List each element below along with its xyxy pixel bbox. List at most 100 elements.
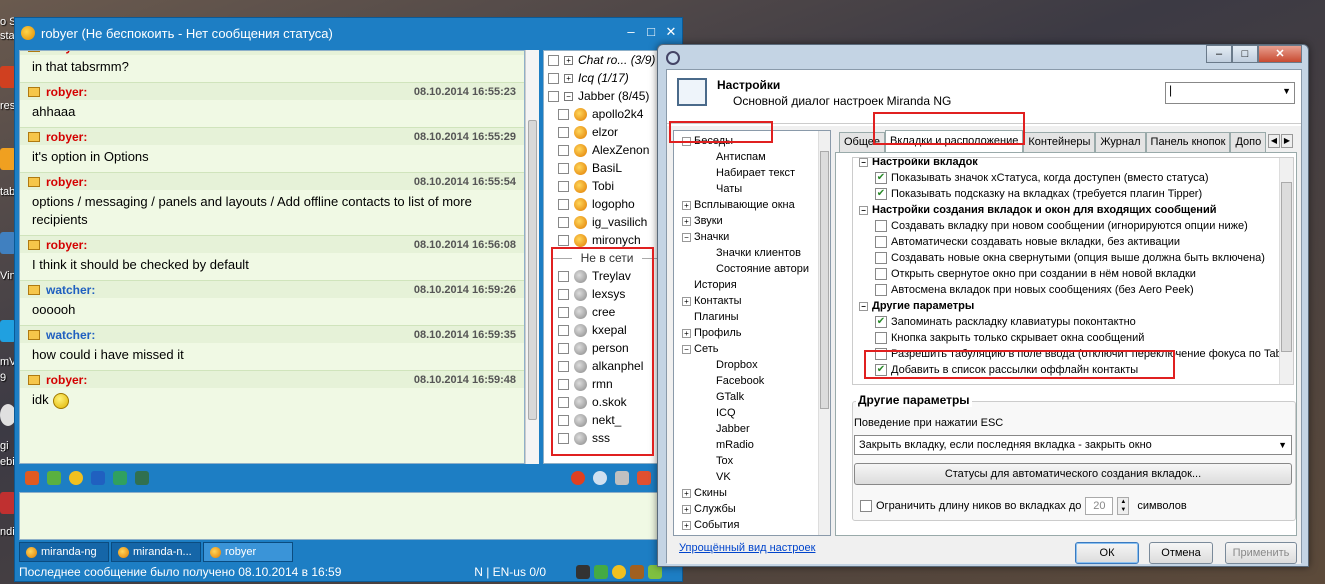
tab-button-bar[interactable]: Панель кнопок <box>1145 132 1231 152</box>
option-item[interactable]: Создавать вкладку при новом сообщении (и… <box>853 218 1293 234</box>
tree-item[interactable]: Состояние автори <box>674 261 830 277</box>
message-nick[interactable]: robyer: <box>28 238 87 252</box>
contact-checkbox[interactable] <box>558 180 569 192</box>
expand-icon[interactable]: + <box>682 296 691 306</box>
auto-tab-statuses-button[interactable]: Статусы для автоматического создания вкл… <box>854 463 1292 485</box>
option-checkbox[interactable] <box>875 284 887 296</box>
gear-icon[interactable] <box>593 471 607 485</box>
quote-icon[interactable] <box>637 471 651 485</box>
scroll-thumb[interactable] <box>1281 182 1292 352</box>
contact-checkbox[interactable] <box>558 306 569 318</box>
collapse-icon[interactable]: − <box>682 344 691 354</box>
chat-tab-active[interactable]: robyer <box>203 542 293 562</box>
ok-button[interactable]: ОК <box>1075 542 1139 564</box>
contact-checkbox[interactable] <box>558 144 569 156</box>
simple-view-link[interactable]: Упрощённый вид настроек <box>679 542 815 554</box>
option-item[interactable]: ✔ Добавить в список рассылки оффлайн конт… <box>853 362 1293 378</box>
contact-checkbox[interactable] <box>558 414 569 426</box>
option-checkbox[interactable]: ✔ <box>875 172 887 184</box>
contact-checkbox[interactable] <box>558 342 569 354</box>
expand-icon[interactable]: + <box>682 216 691 226</box>
tree-item[interactable]: Dropbox <box>674 357 830 373</box>
tree-item[interactable]: Чаты <box>674 181 830 197</box>
tree-item[interactable]: VK <box>674 469 830 485</box>
collapse-icon[interactable]: − <box>859 301 868 311</box>
tree-item[interactable]: GTalk <box>674 389 830 405</box>
tree-item[interactable]: − Сеть <box>674 341 830 357</box>
history-icon[interactable] <box>113 471 127 485</box>
contact-checkbox[interactable] <box>558 270 569 282</box>
tab-containers[interactable]: Контейнеры <box>1023 132 1096 152</box>
settings-tree-scrollbar[interactable] <box>818 131 830 535</box>
esc-behavior-select[interactable]: Закрыть вкладку, если последняя вкладка … <box>854 435 1292 455</box>
tree-item[interactable]: История <box>674 277 830 293</box>
tree-item[interactable]: Набирает текст <box>674 165 830 181</box>
options-scrollbar[interactable] <box>1279 158 1293 384</box>
tree-item[interactable]: + Звуки <box>674 213 830 229</box>
expand-icon[interactable]: + <box>682 488 691 498</box>
keyboard-layout-indicator[interactable]: N | EN-us 0/0 <box>474 565 546 579</box>
tree-item[interactable]: + События <box>674 517 830 533</box>
option-item[interactable]: Автосмена вкладок при новых сообщениях (… <box>853 282 1293 298</box>
tree-item[interactable]: Tox <box>674 453 830 469</box>
clock-icon[interactable] <box>571 471 585 485</box>
format-icon[interactable] <box>91 471 105 485</box>
option-checkbox[interactable]: ✔ <box>875 364 887 376</box>
contact-checkbox[interactable] <box>558 162 569 174</box>
typing-icon[interactable] <box>648 565 662 579</box>
tab-scroll-right-button[interactable]: ▶ <box>1281 134 1293 148</box>
options-tree[interactable]: − Настройки вкладок ✔ Показывать значок xСт… <box>852 157 1294 385</box>
chat-titlebar[interactable]: robyer (Не беспокоить - Нет сообщения ст… <box>15 18 682 48</box>
tree-item[interactable]: + Профиль <box>674 325 830 341</box>
tree-item[interactable]: Антиспам <box>674 149 830 165</box>
expand-icon[interactable]: + <box>682 504 691 514</box>
tree-item[interactable]: − Значки <box>674 229 830 245</box>
tree-item[interactable]: + Службы <box>674 501 830 517</box>
contact-checkbox[interactable] <box>558 234 569 246</box>
scroll-thumb[interactable] <box>528 120 537 420</box>
option-checkbox[interactable] <box>875 332 887 344</box>
message-log-scrollbar[interactable] <box>525 50 539 464</box>
option-checkbox[interactable] <box>875 220 887 232</box>
smiley-icon[interactable] <box>69 471 83 485</box>
contact-checkbox[interactable] <box>558 198 569 210</box>
tree-item[interactable]: + Всплывающие окна <box>674 197 830 213</box>
tree-item[interactable]: Jabber <box>674 421 830 437</box>
contact-checkbox[interactable] <box>558 216 569 228</box>
tab-scroll-left-button[interactable]: ◀ <box>1268 134 1280 148</box>
contacts-icon[interactable] <box>594 565 608 579</box>
option-item[interactable]: Разрешить табуляцию в поле ввода (отключ… <box>853 346 1293 362</box>
message-input[interactable] <box>19 492 679 540</box>
expand-icon[interactable]: + <box>682 200 691 210</box>
apply-button[interactable]: Применить <box>1225 542 1297 564</box>
option-group[interactable]: − Настройки вкладок <box>853 158 1293 170</box>
tab-advanced[interactable]: Допо <box>1230 132 1267 152</box>
settings-tree[interactable]: − Беседы Антиспам Набирает текст Чаты + Всплыв… <box>673 130 831 536</box>
spin-buttons[interactable]: ▲ ▼ <box>1117 497 1130 515</box>
expand-icon[interactable]: + <box>682 328 691 338</box>
option-checkbox[interactable] <box>875 268 887 280</box>
close-button[interactable]: ✕ <box>1258 45 1302 63</box>
minimize-button[interactable]: – <box>624 24 638 40</box>
tree-item[interactable]: + Скины <box>674 485 830 501</box>
contact-checkbox[interactable] <box>558 360 569 372</box>
tree-item[interactable]: + Контакты <box>674 293 830 309</box>
contact-checkbox[interactable] <box>558 432 569 444</box>
option-checkbox[interactable]: ✔ <box>875 188 887 200</box>
tab-log[interactable]: Журнал <box>1095 132 1146 152</box>
status-icon[interactable] <box>576 565 590 579</box>
tree-item[interactable]: − Беседы <box>674 133 830 149</box>
contact-checkbox[interactable] <box>558 396 569 408</box>
maximize-button[interactable]: □ <box>1232 45 1258 63</box>
details-icon[interactable] <box>135 471 149 485</box>
option-item[interactable]: ✔ Показывать подсказку на вкладках (требу… <box>853 186 1293 202</box>
contact-checkbox[interactable] <box>558 108 569 120</box>
message-nick[interactable]: robyer: <box>28 130 87 144</box>
settings-search-input[interactable]: | ▼ <box>1165 82 1295 104</box>
message-nick[interactable]: robyer: <box>28 85 87 99</box>
contact-checkbox[interactable] <box>558 324 569 336</box>
close-button[interactable]: ✕ <box>664 24 678 40</box>
message-nick[interactable]: robyer: <box>28 373 87 387</box>
tab-general[interactable]: Общее <box>839 132 886 152</box>
chat-tab[interactable]: miranda-ng <box>19 542 109 562</box>
